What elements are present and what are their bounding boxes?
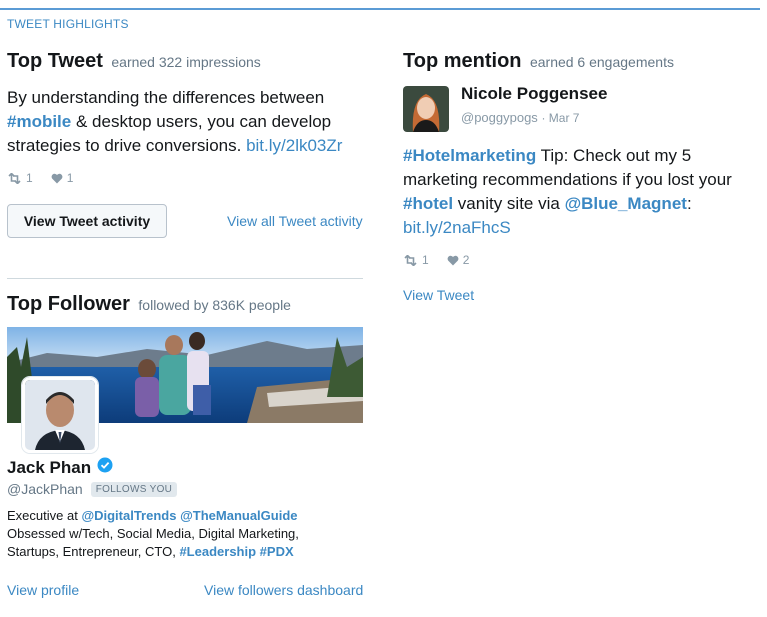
follower-name[interactable]: Jack Phan <box>7 458 91 478</box>
view-profile-link[interactable]: View profile <box>7 582 79 598</box>
like-stat: 1 <box>51 171 74 185</box>
top-tweet-title: Top Tweet <box>7 50 103 72</box>
follower-bio: Executive at @DigitalTrends @TheManualGu… <box>7 507 363 561</box>
mention-line-2: marketing recommendations if you lost yo… <box>403 170 732 189</box>
section-divider <box>7 278 363 279</box>
tweet-line-1: By understanding the differences between <box>7 88 325 107</box>
mention-name[interactable]: Nicole Poggensee <box>461 84 607 104</box>
mention-tweet-text: #Hotelmarketing Tip: Check out my 5 mark… <box>403 144 759 240</box>
verified-badge-icon <box>97 457 113 478</box>
follower-handle: @JackPhan <box>7 481 83 497</box>
top-follower-heading: Top Follower followed by 836K people <box>7 293 291 316</box>
bio-hashtag-pdx[interactable]: #PDX <box>260 544 294 559</box>
section-label: TWEET HIGHLIGHTS <box>7 17 129 31</box>
top-tweet-stats: 1 1 <box>7 171 73 185</box>
tweet-line-3-text: strategies to drive conversions. <box>7 136 247 155</box>
mention-retweet-stat: 1 <box>403 253 429 267</box>
mention-link[interactable]: bit.ly/2naFhcS <box>403 218 511 237</box>
retweet-icon <box>7 172 22 184</box>
top-tweet-subtitle: earned 322 impressions <box>111 54 261 70</box>
mention-line-1: #Hotelmarketing Tip: Check out my 5 <box>403 144 759 168</box>
view-tweet-activity-button[interactable]: View Tweet activity <box>7 204 167 238</box>
top-rule <box>0 8 760 10</box>
mention-retweet-count: 1 <box>422 253 429 267</box>
mention-line-4: bit.ly/2naFhcS <box>403 216 759 240</box>
mention-line-1-text: Tip: Check out my 5 <box>536 146 692 165</box>
hashtag-hotel[interactable]: #hotel <box>403 194 453 213</box>
bio-prefix: Executive at <box>7 508 82 523</box>
bio-mention-digitaltrends[interactable]: @DigitalTrends <box>81 508 176 523</box>
mention-like-stat: 2 <box>447 253 470 267</box>
bio-line-3: Startups, Entrepreneur, CTO, #Leadership… <box>7 543 363 561</box>
bio-line-1: Executive at @DigitalTrends @TheManualGu… <box>7 507 363 525</box>
tweet-line-3: strategies to drive conversions. bit.ly/… <box>7 134 367 158</box>
follower-name-row: Jack Phan <box>7 457 113 478</box>
tweet-line-2: #mobile & desktop users, you can develop <box>7 110 367 134</box>
bio-line-3-text: Startups, Entrepreneur, CTO, <box>7 544 180 559</box>
mention-stats: 1 2 <box>403 253 469 267</box>
view-tweet-link[interactable]: View Tweet <box>403 287 474 303</box>
view-followers-dashboard-link[interactable]: View followers dashboard <box>204 582 363 598</box>
mention-date[interactable]: · Mar 7 <box>541 111 579 125</box>
heart-icon <box>51 173 63 184</box>
retweet-count: 1 <box>26 171 33 185</box>
view-all-tweet-activity-link[interactable]: View all Tweet activity <box>227 213 363 229</box>
mention-avatar[interactable] <box>403 86 449 132</box>
mention-colon: : <box>686 194 692 213</box>
top-mention-title: Top mention <box>403 50 522 72</box>
hashtag-hotelmarketing[interactable]: #Hotelmarketing <box>403 146 536 165</box>
mention-line-3: #hotel vanity site via @Blue_Magnet: <box>403 192 759 216</box>
mention-avatar-photo <box>403 86 449 132</box>
top-mention-heading: Top mention earned 6 engagements <box>403 50 674 73</box>
follower-avatar-photo <box>25 380 95 450</box>
top-follower-subtitle: followed by 836K people <box>138 297 291 313</box>
mention-handle: @poggypogs <box>461 110 538 125</box>
follower-avatar[interactable] <box>22 377 98 453</box>
mention-like-count: 2 <box>462 253 470 267</box>
mention-line-3-text: vanity site via <box>453 194 565 213</box>
top-tweet-heading: Top Tweet earned 322 impressions <box>7 50 261 73</box>
bio-mention-themanualguide[interactable]: @TheManualGuide <box>180 508 297 523</box>
bio-line-2: Obsessed w/Tech, Social Media, Digital M… <box>7 526 299 541</box>
top-follower-title: Top Follower <box>7 293 130 315</box>
top-tweet-text: By understanding the differences between… <box>7 86 367 158</box>
hashtag-mobile[interactable]: #mobile <box>7 112 71 131</box>
tweet-link[interactable]: bit.ly/2lk03Zr <box>246 136 342 155</box>
retweet-stat: 1 <box>7 171 33 185</box>
tweet-line-2-text: & desktop users, you can develop <box>71 112 332 131</box>
mention-blue-magnet[interactable]: @Blue_Magnet <box>565 194 687 213</box>
follower-handle-row: @JackPhan FOLLOWS YOU <box>7 481 178 497</box>
bio-hashtag-leadership[interactable]: #Leadership <box>179 544 256 559</box>
follows-you-badge: FOLLOWS YOU <box>90 482 178 497</box>
like-count: 1 <box>66 171 74 185</box>
heart-icon <box>447 255 459 266</box>
mention-handle-row: @poggypogs · Mar 7 <box>461 110 579 125</box>
retweet-icon <box>403 254 418 266</box>
top-mention-subtitle: earned 6 engagements <box>529 54 674 70</box>
